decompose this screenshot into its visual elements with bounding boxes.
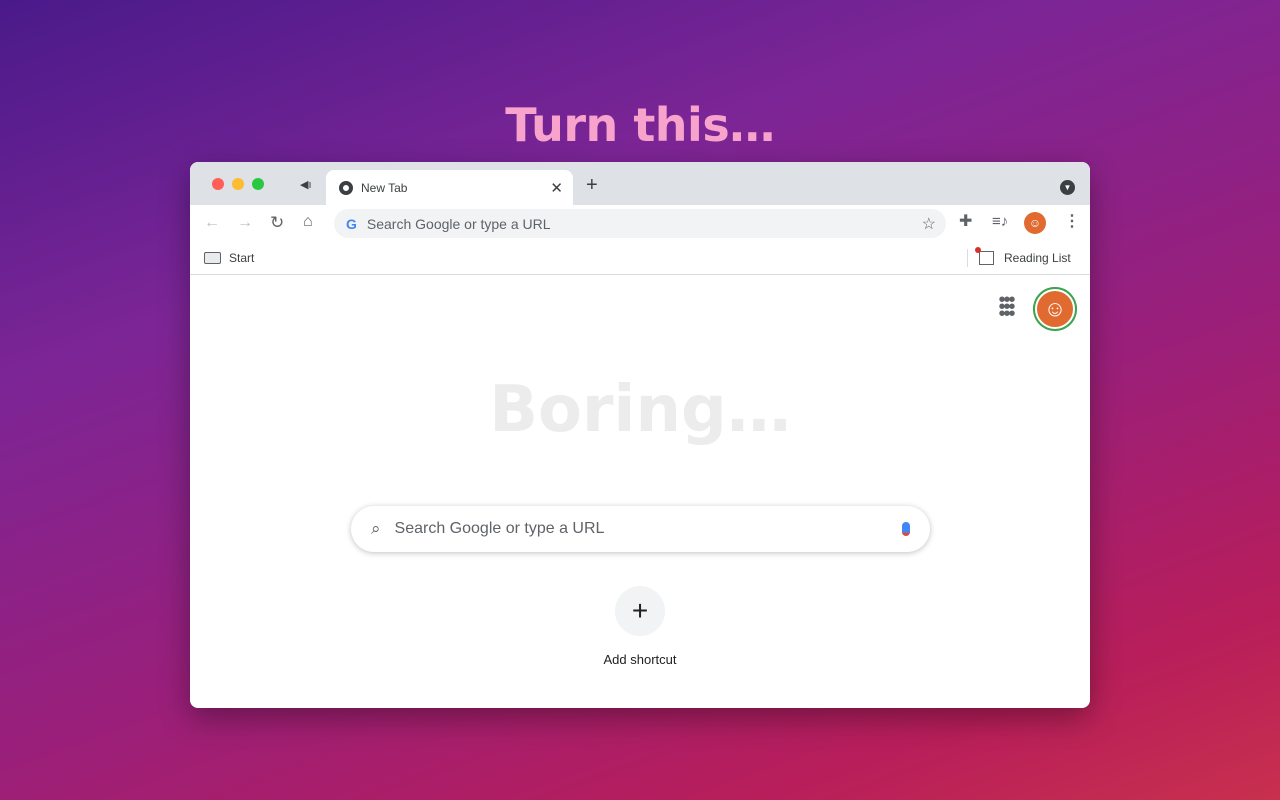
search-icon: ⌕ <box>371 519 381 538</box>
close-tab-icon[interactable]: ✕ <box>550 179 563 197</box>
chrome-icon <box>339 181 353 195</box>
home-button[interactable]: ⌂ <box>303 214 313 230</box>
new-tab-page: ••• ••• ••• ☺ Boring… ⌕ Search Google or t… <box>190 275 1090 708</box>
forward-button[interactable]: → <box>237 215 253 231</box>
microphone-icon[interactable] <box>902 522 910 536</box>
close-window-button[interactable] <box>212 178 224 190</box>
bookmarks-bar: Start Reading List <box>190 242 1090 275</box>
zoom-window-button[interactable] <box>252 178 264 190</box>
back-button[interactable]: ← <box>204 215 220 231</box>
tab-search-button[interactable]: ▼ <box>1060 180 1075 195</box>
profile-avatar-large[interactable]: ☺ <box>1035 289 1075 329</box>
bookmark-star-icon[interactable]: ☆ <box>922 214 936 234</box>
overlay-text: Boring… <box>489 373 791 447</box>
toolbar: ← → ↻ ⌂ G Search Google or type a URL ☆ … <box>190 205 1090 242</box>
new-tab-button[interactable]: + <box>586 175 598 195</box>
bookmark-folder-start[interactable]: Start <box>204 251 254 265</box>
extensions-puzzle-icon[interactable]: ✚ <box>959 214 972 230</box>
tab-new-tab[interactable]: New Tab ✕ <box>326 170 573 206</box>
add-shortcut-button[interactable]: + <box>615 586 665 636</box>
apps-grid-icon[interactable]: ••• ••• ••• <box>995 290 1017 324</box>
reload-button[interactable]: ↻ <box>270 214 284 231</box>
media-queue-icon[interactable]: ≡♪ <box>992 214 1008 229</box>
speaker-icon[interactable]: ◀ı <box>300 180 312 191</box>
folder-icon <box>204 252 221 264</box>
reading-list-icon <box>975 247 994 265</box>
menu-kebab-icon[interactable]: ⋮ <box>1064 214 1080 230</box>
tab-strip: ◀ı New Tab ✕ + ▼ <box>190 162 1090 206</box>
ntp-search-box[interactable]: ⌕ Search Google or type a URL <box>351 506 930 552</box>
minimize-window-button[interactable] <box>232 178 244 190</box>
add-shortcut-label[interactable]: Add shortcut <box>190 652 1090 667</box>
divider <box>967 249 968 267</box>
headline: Turn this… <box>505 98 775 152</box>
browser-window: ◀ı New Tab ✕ + ▼ ← → ↻ ⌂ G Search Google… <box>190 162 1090 708</box>
reading-list-button[interactable]: Reading List <box>975 247 1071 265</box>
omnibox[interactable]: G Search Google or type a URL ☆ <box>334 209 946 238</box>
plus-icon: + <box>631 595 649 626</box>
profile-avatar[interactable]: ☺ <box>1024 212 1046 234</box>
google-g-icon: G <box>346 215 357 232</box>
